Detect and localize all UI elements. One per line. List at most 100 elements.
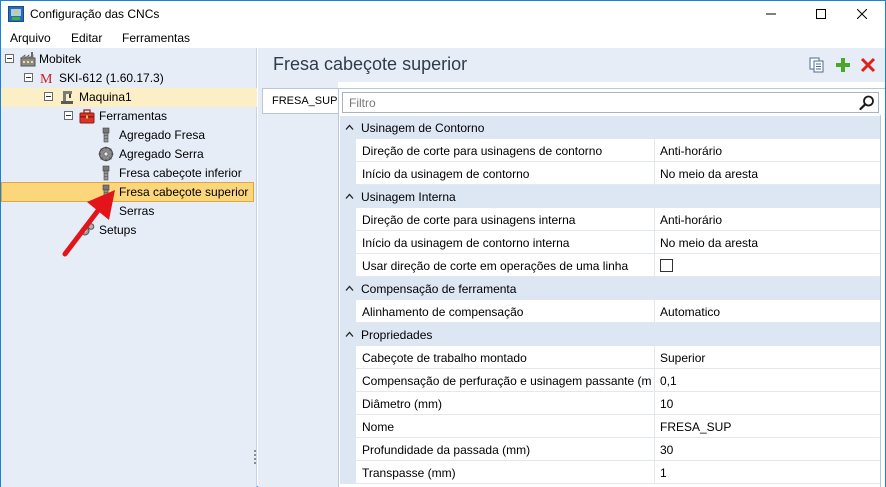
collapse-chevron-icon[interactable]	[345, 330, 354, 339]
property-name: Alinhamento de compensação	[362, 305, 524, 319]
tree-label: SKI-612 (1.60.17.3)	[59, 71, 164, 85]
property-row[interactable]: Alinhamento de compensação Automatico	[340, 300, 880, 323]
factory-icon	[20, 52, 36, 67]
property-row[interactable]: Nome FRESA_SUP	[340, 415, 880, 438]
category-label: Usinagem Interna	[361, 190, 456, 204]
page-header: Fresa cabeçote superior	[258, 48, 885, 82]
cnc-config-window: Configuração das CNCs Arquivo Editar Fer…	[0, 0, 886, 487]
property-name: Cabeçote de trabalho montado	[362, 351, 527, 365]
copy-icon[interactable]	[808, 56, 826, 74]
tree-node-tool[interactable]: Fresa cabeçote inferior	[1, 164, 257, 183]
tree-node-machine[interactable]: Maquina1	[1, 88, 257, 107]
property-name: Diâmetro (mm)	[362, 397, 442, 411]
property-value[interactable]: Superior	[660, 351, 705, 365]
menu-editar[interactable]: Editar	[71, 31, 102, 45]
tree-panel: Mobitek M SKI-612 (1.60.17.3) Maquina1 F…	[1, 48, 257, 487]
property-value[interactable]: Automatico	[660, 305, 720, 319]
window-title: Configuração das CNCs	[30, 7, 160, 21]
filter-box	[342, 92, 879, 113]
category-label: Propriedades	[361, 328, 433, 342]
category-label: Compensação de ferramenta	[361, 282, 517, 296]
property-grid: Usinagem de Contorno Direção de corte pa…	[338, 88, 885, 487]
category-usinagem-interna[interactable]: Usinagem Interna	[340, 185, 880, 208]
tree-label: Fresa cabeçote superior	[119, 185, 249, 199]
collapse-chevron-icon[interactable]	[345, 192, 354, 201]
tree-label: Agregado Serra	[119, 147, 204, 161]
tree-node-tool[interactable]: Agregado Fresa	[1, 126, 257, 145]
collapse-chevron-icon[interactable]	[345, 284, 354, 293]
tree-label: Maquina1	[79, 90, 132, 104]
tree-node-setups[interactable]: Setups	[1, 221, 257, 240]
tree-label: Mobitek	[39, 52, 82, 66]
property-value[interactable]: Anti-horário	[660, 213, 722, 227]
close-icon	[857, 9, 867, 19]
tree-node-mobitek[interactable]: Mobitek	[1, 50, 257, 69]
tree-node-cnc[interactable]: M SKI-612 (1.60.17.3)	[1, 69, 257, 88]
tab-label: FRESA_SUP	[272, 95, 338, 107]
add-icon[interactable]	[834, 56, 852, 74]
tree-label: Ferramentas	[99, 109, 168, 123]
collapse-chevron-icon[interactable]	[345, 123, 354, 132]
property-row[interactable]: Início da usinagem de contorno No meio d…	[340, 162, 880, 185]
close-button[interactable]	[839, 1, 885, 27]
property-name: Usar direção de corte em operações de um…	[362, 259, 629, 273]
property-row[interactable]: Compensação de perfuração e usinagem pas…	[340, 369, 880, 392]
saw-blade-icon	[98, 146, 114, 162]
property-row[interactable]: Início da usinagem de contorno interna N…	[340, 231, 880, 254]
delete-icon[interactable]	[859, 56, 877, 74]
property-value[interactable]: 1	[660, 466, 667, 480]
annotation-arrow-icon	[62, 190, 115, 257]
minimize-button[interactable]	[748, 1, 794, 27]
tab-fresa-sup[interactable]: FRESA_SUP	[262, 88, 338, 114]
menu-arquivo[interactable]: Arquivo	[10, 31, 51, 45]
details-panel: Fresa cabeçote superior FRESA_SUP Filtro…	[258, 48, 885, 487]
collapse-icon[interactable]	[5, 54, 14, 63]
maximize-icon	[816, 9, 826, 19]
brand-m-icon: M	[40, 72, 53, 86]
search-icon[interactable]	[859, 95, 875, 111]
single-line-direction-checkbox[interactable]	[660, 259, 673, 272]
property-name: Nome	[362, 420, 395, 434]
property-value[interactable]: 10	[660, 397, 673, 411]
tree-node-tool[interactable]: Agregado Serra	[1, 145, 257, 164]
property-value[interactable]: FRESA_SUP	[660, 420, 731, 434]
category-propriedades[interactable]: Propriedades	[340, 323, 880, 346]
tree-node-tool-selected[interactable]: Fresa cabeçote superior	[1, 182, 254, 202]
machine-icon	[61, 91, 73, 104]
tree-node-saws[interactable]: Serras	[1, 202, 257, 221]
svg-text:M: M	[40, 72, 53, 86]
collapse-icon[interactable]	[64, 111, 73, 120]
tree-node-tools-folder[interactable]: Ferramentas	[1, 107, 257, 126]
property-value[interactable]: No meio da aresta	[660, 167, 758, 181]
tree-label: Fresa cabeçote inferior	[119, 166, 242, 180]
page-title: Fresa cabeçote superior	[273, 54, 468, 74]
property-value[interactable]: Anti-horário	[660, 144, 722, 158]
property-value[interactable]: 0,1	[660, 374, 677, 388]
property-name: Direção de corte para usinagens de conto…	[362, 144, 603, 158]
property-row[interactable]: Transpasse (mm) 1	[340, 461, 880, 484]
filter-input[interactable]	[344, 94, 844, 111]
property-row[interactable]: Direção de corte para usinagens de conto…	[340, 139, 880, 162]
toolbox-icon	[79, 109, 95, 124]
property-name: Transpasse (mm)	[362, 466, 456, 480]
property-row[interactable]: Direção de corte para usinagens interna …	[340, 208, 880, 231]
property-row[interactable]: Cabeçote de trabalho montado Superior	[340, 346, 880, 369]
property-row[interactable]: Profundidade da passada (mm) 30	[340, 438, 880, 461]
property-value[interactable]: 30	[660, 443, 673, 457]
property-row[interactable]: Usar direção de corte em operações de um…	[340, 254, 880, 277]
property-name: Compensação de perfuração e usinagem pas…	[362, 374, 652, 388]
splitter-grip[interactable]	[254, 450, 257, 468]
property-row[interactable]: Diâmetro (mm) 10	[340, 392, 880, 415]
menu-ferramentas[interactable]: Ferramentas	[122, 31, 190, 45]
tree-label: Agregado Fresa	[119, 128, 206, 142]
menu-bar: Arquivo Editar Ferramentas	[1, 28, 885, 48]
maximize-button[interactable]	[798, 1, 844, 27]
property-name: Direção de corte para usinagens interna	[362, 213, 576, 227]
tree-label: Serras	[119, 204, 155, 218]
category-compensacao[interactable]: Compensação de ferramenta	[340, 277, 880, 300]
collapse-icon[interactable]	[44, 92, 53, 101]
title-bar: Configuração das CNCs	[1, 1, 885, 28]
collapse-icon[interactable]	[24, 73, 33, 82]
category-usinagem-contorno[interactable]: Usinagem de Contorno	[340, 116, 880, 139]
property-value[interactable]: No meio da aresta	[660, 236, 758, 250]
